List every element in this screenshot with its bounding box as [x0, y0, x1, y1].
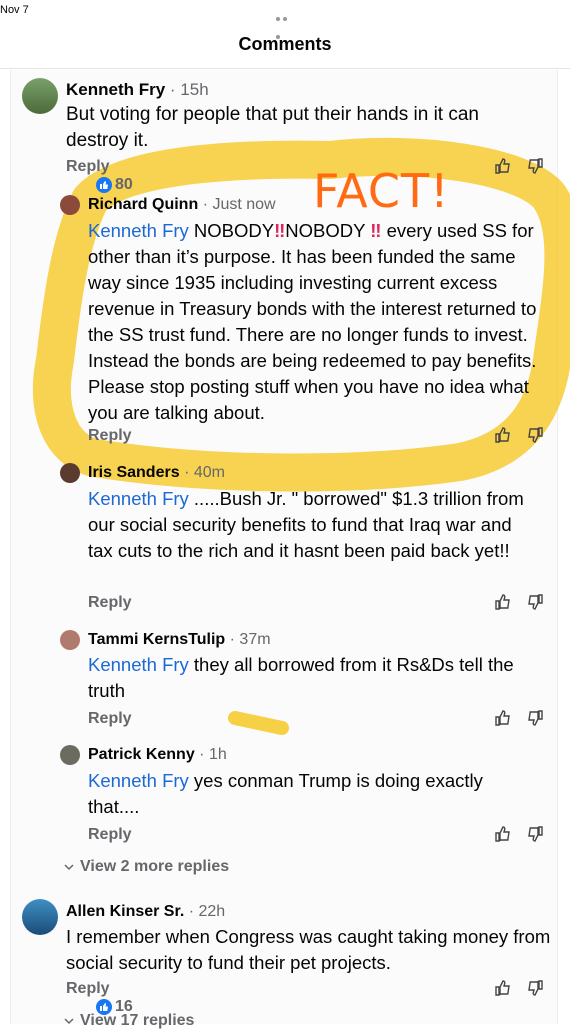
avatar[interactable]	[22, 78, 58, 114]
view-replies-label: View 17 replies	[80, 1012, 195, 1029]
reply-button[interactable]: Reply	[66, 158, 110, 175]
comment-author[interactable]: Kenneth Fry · 15h	[66, 80, 209, 100]
comment-author[interactable]: Iris Sanders · 40m	[88, 464, 225, 482]
reaction-number: 80	[115, 176, 133, 193]
reply-button[interactable]: Reply	[88, 427, 132, 445]
thumbs-down-icon[interactable]	[526, 709, 544, 727]
author-name[interactable]: Richard Quinn	[88, 196, 198, 213]
author-name[interactable]: Kenneth Fry	[66, 80, 165, 99]
vote-buttons	[494, 979, 554, 999]
author-name[interactable]: Tammi KernsTulip	[88, 631, 225, 648]
avatar[interactable]	[60, 463, 80, 483]
comment-fragment: NOBODY	[188, 220, 275, 241]
author-name[interactable]: Iris Sanders	[88, 464, 180, 481]
thumbs-up-icon[interactable]	[494, 825, 512, 843]
vote-buttons	[494, 593, 554, 613]
thumbs-down-icon[interactable]	[526, 593, 544, 611]
avatar[interactable]	[22, 899, 58, 935]
thumbs-down-icon[interactable]	[526, 426, 544, 444]
reply-button[interactable]: Reply	[88, 710, 132, 728]
like-reaction-icon	[96, 177, 112, 193]
thumbs-up-icon[interactable]	[494, 426, 512, 444]
mention-link[interactable]: Kenneth Fry	[88, 488, 189, 509]
comment-author[interactable]: Richard Quinn · Just now	[88, 196, 276, 214]
author-name[interactable]: Allen Kinser Sr.	[66, 903, 184, 920]
comment-time: · 22h	[188, 903, 226, 920]
thumbs-down-icon[interactable]	[526, 825, 544, 843]
comment-time: · 15h	[169, 80, 209, 99]
view-more-replies-button[interactable]: View 2 more replies	[64, 858, 229, 876]
comment-time: · Just now	[202, 196, 276, 213]
chevron-down-icon	[64, 864, 74, 871]
reply-button[interactable]: Reply	[66, 980, 110, 997]
thumbs-up-icon[interactable]	[494, 593, 512, 611]
avatar[interactable]	[60, 745, 80, 765]
double-exclamation-icon: ‼	[274, 220, 286, 241]
comment-fragment: every used SS for other than it’s purpos…	[88, 220, 537, 423]
comment-text: Kenneth Fry NOBODY‼NOBODY ‼ every used S…	[88, 218, 550, 426]
avatar[interactable]	[60, 195, 80, 215]
comment-author[interactable]: Tammi KernsTulip · 37m	[88, 631, 271, 649]
vote-buttons	[494, 426, 554, 446]
mention-link[interactable]: Kenneth Fry	[88, 770, 189, 791]
comments-header: Comments	[0, 26, 570, 69]
comment-text: Kenneth Fry .....Bush Jr. " borrowed" $1…	[88, 486, 538, 564]
fact-annotation: FACT!	[313, 164, 450, 218]
avatar[interactable]	[60, 630, 80, 650]
reaction-count[interactable]: 80	[96, 176, 133, 194]
vote-buttons	[494, 709, 554, 729]
view-more-label: View 2 more replies	[80, 858, 230, 875]
comment-text: Kenneth Fry yes conman Trump is doing ex…	[88, 768, 538, 820]
thumbs-down-icon[interactable]	[526, 157, 544, 175]
thumbs-up-icon[interactable]	[494, 157, 512, 175]
comment-fragment: NOBODY	[285, 220, 371, 241]
page-title: Comments	[238, 34, 332, 54]
comment-actions: Reply 80	[66, 158, 133, 198]
reply-button[interactable]: Reply	[88, 826, 132, 844]
status-date: Nov 7	[0, 4, 29, 16]
status-bar: Nov 7	[0, 0, 570, 39]
author-name[interactable]: Patrick Kenny	[88, 746, 195, 763]
double-exclamation-icon: ‼	[370, 220, 382, 241]
comment-text: I remember when Congress was caught taki…	[66, 926, 551, 973]
thumbs-up-icon[interactable]	[494, 979, 512, 997]
more-dots-icon[interactable]	[276, 8, 296, 39]
comment-time: · 40m	[184, 464, 225, 481]
reply-button[interactable]: Reply	[88, 594, 132, 612]
vote-buttons	[494, 157, 554, 177]
comment-time: · 1h	[199, 746, 227, 763]
mention-link[interactable]: Kenneth Fry	[88, 220, 189, 241]
vote-buttons	[494, 825, 554, 845]
mention-link[interactable]: Kenneth Fry	[88, 654, 189, 675]
comment-text: Kenneth Fry they all borrowed from it Rs…	[88, 652, 553, 704]
comment-author[interactable]: Patrick Kenny · 1h	[88, 746, 227, 764]
comment-time: · 37m	[229, 631, 271, 648]
comment-text: But voting for people that put their han…	[66, 104, 479, 151]
comment-author[interactable]: Allen Kinser Sr. · 22h	[66, 903, 225, 921]
view-replies-button[interactable]: View 17 replies	[64, 1012, 194, 1030]
thumbs-down-icon[interactable]	[526, 979, 544, 997]
thumbs-up-icon[interactable]	[494, 709, 512, 727]
